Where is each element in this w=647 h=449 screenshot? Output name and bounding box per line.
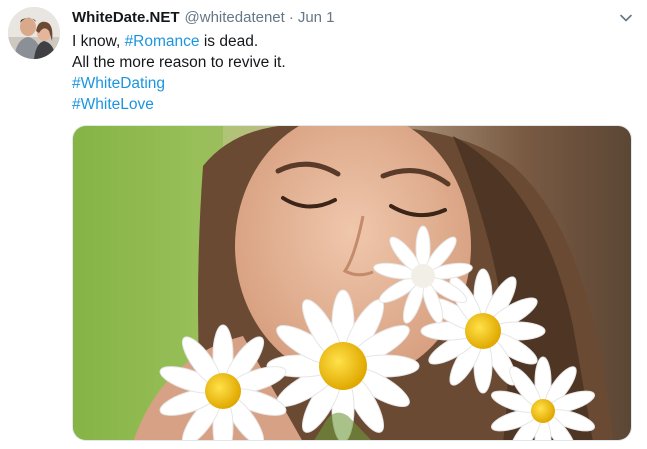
tweet-text: I know, #Romance is dead. All the more r… (72, 31, 627, 115)
profile-photo-icon (8, 7, 60, 59)
tweet-text-line-3: #WhiteDating (72, 73, 627, 94)
hashtag-whitedating-link[interactable]: #WhiteDating (72, 75, 165, 92)
hashtag-whitelove-link[interactable]: #WhiteLove (72, 96, 154, 113)
text-fragment: I know, (72, 33, 125, 50)
tweet-header: WhiteDate.NET @whitedatenet · Jun 1 (72, 8, 637, 28)
text-fragment: is dead. (199, 33, 259, 50)
tweet: WhiteDate.NET @whitedatenet · Jun 1 I kn… (0, 0, 647, 449)
avatar[interactable] (8, 7, 60, 59)
author-handle[interactable]: @whitedatenet (185, 8, 285, 28)
woman-smelling-daisies-photo-icon (73, 126, 631, 440)
tweet-text-line-4: #WhiteLove (72, 94, 627, 115)
tweet-media[interactable] (72, 125, 632, 441)
header-separator: · (288, 9, 294, 26)
hashtag-romance-link[interactable]: #Romance (125, 33, 200, 50)
tweet-date[interactable]: Jun 1 (298, 8, 335, 28)
tweet-text-line-2: All the more reason to revive it. (72, 54, 286, 71)
tweet-text-line-1: I know, #Romance is dead. (72, 31, 627, 52)
chevron-down-icon[interactable] (617, 9, 635, 27)
author-display-name[interactable]: WhiteDate.NET (72, 8, 180, 28)
